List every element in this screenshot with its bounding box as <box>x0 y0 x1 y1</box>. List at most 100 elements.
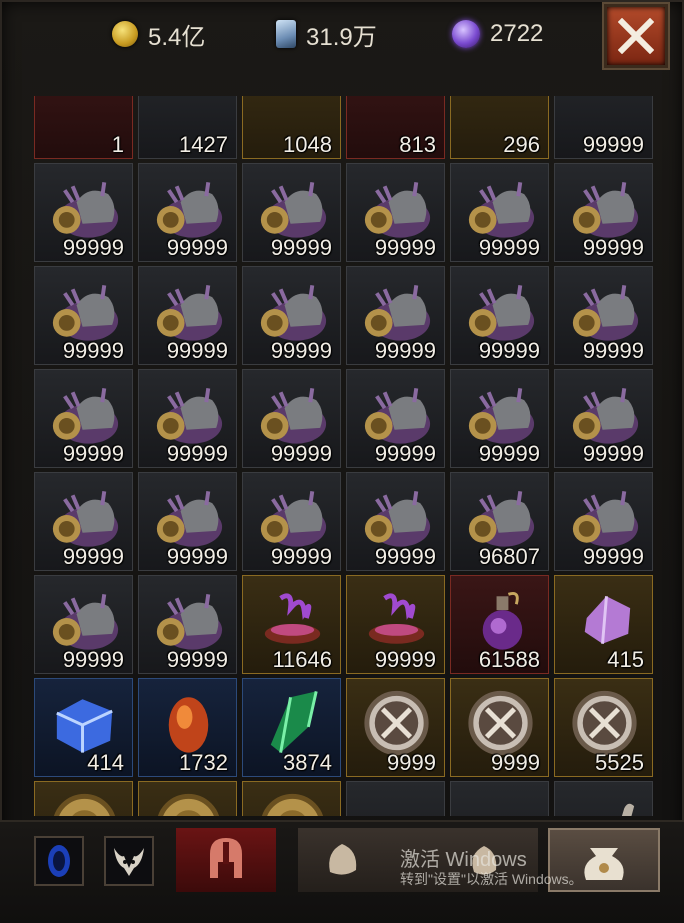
inventory-slot[interactable]: 99999 <box>34 369 133 468</box>
inventory-slot[interactable]: 99999 <box>554 96 653 159</box>
inventory-slot[interactable]: 11646 <box>242 575 341 674</box>
blue-portal-icon <box>48 845 70 877</box>
inventory-slot[interactable]: 99999 <box>346 369 445 468</box>
demon-helmet-icon <box>52 388 119 444</box>
tab-equipment[interactable] <box>176 828 276 892</box>
item-quantity: 296 <box>503 132 540 157</box>
horned-demon-icon <box>114 848 144 876</box>
orb-amount: 2722 <box>490 20 544 47</box>
ticket-currency: 31.9万 <box>276 14 377 54</box>
crossed-swords-medal-icon <box>364 690 429 756</box>
inventory-slot[interactable]: 99999 <box>450 163 549 262</box>
inventory-slot[interactable]: 99999 <box>34 472 133 571</box>
pink-crystal-ore-icon <box>584 596 631 644</box>
green-crystal-shard-icon <box>270 691 318 753</box>
inventory-slot[interactable]: 5525 <box>554 678 653 777</box>
bone-fragment-icon <box>621 803 635 816</box>
inventory-slot[interactable] <box>346 781 445 816</box>
inventory-slot[interactable]: 96807 <box>450 472 549 571</box>
demon-helmet-icon <box>468 388 535 444</box>
inventory-slot[interactable]: 99999 <box>346 575 445 674</box>
tab-demon[interactable] <box>104 836 154 886</box>
ticket-amount: 31.9万 <box>306 23 377 51</box>
demon-helmet-icon <box>156 388 223 444</box>
item-quantity: 414 <box>87 750 124 775</box>
inventory-slot[interactable]: 415 <box>554 575 653 674</box>
crossed-swords-medal-icon <box>468 690 533 756</box>
crossed-swords-medal-icon <box>572 690 637 756</box>
inventory-slot[interactable]: 99999 <box>242 163 341 262</box>
item-quantity: 99999 <box>166 441 228 466</box>
inventory-slot[interactable]: 99999 <box>346 472 445 571</box>
item-quantity: 1732 <box>179 750 228 775</box>
demon-helmet-icon <box>52 594 119 650</box>
demon-helmet-icon <box>572 491 639 547</box>
demon-helmet-icon <box>260 491 327 547</box>
demon-helmet-icon <box>260 285 327 341</box>
fire-egg-icon <box>168 697 209 753</box>
inventory-slot[interactable] <box>242 781 341 816</box>
item-quantity: 61588 <box>478 647 540 672</box>
item-quantity: 5525 <box>595 750 644 775</box>
item-quantity: 99999 <box>478 441 540 466</box>
gold-amount: 5.4亿 <box>148 23 206 51</box>
inventory-slot[interactable] <box>554 781 653 816</box>
demon-helmet-icon <box>468 285 535 341</box>
spartan-helmet-icon <box>210 838 242 878</box>
inventory-slot[interactable]: 99999 <box>138 575 237 674</box>
inventory-slot[interactable]: 99999 <box>138 266 237 365</box>
inventory-slot[interactable]: 99999 <box>242 369 341 468</box>
inventory-slot[interactable]: 1427 <box>138 96 237 159</box>
inventory-slot[interactable]: 813 <box>346 96 445 159</box>
inventory-slot[interactable]: 99999 <box>450 266 549 365</box>
inventory-slot[interactable]: 99999 <box>34 575 133 674</box>
item-quantity: 99999 <box>166 338 228 363</box>
inventory-slot[interactable] <box>138 781 237 816</box>
item-quantity: 99999 <box>166 544 228 569</box>
demon-helmet-icon <box>156 182 223 238</box>
item-quantity: 11646 <box>272 647 332 672</box>
close-icon <box>618 18 654 54</box>
inventory-slot[interactable] <box>450 781 549 816</box>
inventory-slot[interactable]: 1732 <box>138 678 237 777</box>
inventory-slot[interactable]: 99999 <box>242 266 341 365</box>
inventory-slot[interactable]: 1 <box>34 96 133 159</box>
inventory-slot[interactable]: 296 <box>450 96 549 159</box>
inventory-slot[interactable]: 99999 <box>242 472 341 571</box>
close-button[interactable] <box>604 4 668 68</box>
item-quantity: 96807 <box>478 544 540 569</box>
inventory-slot[interactable]: 99999 <box>346 266 445 365</box>
inventory-slot[interactable] <box>34 781 133 816</box>
inventory-slot[interactable]: 99999 <box>450 369 549 468</box>
inventory-slot[interactable]: 99999 <box>554 163 653 262</box>
inventory-grid-viewport[interactable]: 1 1427 1048 813 296 99999 99999 99999 99999 99999… <box>34 96 658 816</box>
inventory-slot[interactable]: 61588 <box>450 575 549 674</box>
inventory-slot[interactable]: 9999 <box>450 678 549 777</box>
demon-helmet-icon <box>260 182 327 238</box>
inventory-slot[interactable]: 414 <box>34 678 133 777</box>
item-quantity: 99999 <box>166 647 228 672</box>
gold-skull-medal-icon <box>261 793 324 816</box>
demon-helmet-icon <box>364 285 431 341</box>
inventory-slot[interactable]: 99999 <box>554 472 653 571</box>
inventory-slot[interactable]: 99999 <box>554 266 653 365</box>
orb-currency: 2722 <box>452 14 543 54</box>
blue-ice-cube-icon <box>56 699 113 753</box>
item-quantity: 99999 <box>270 441 332 466</box>
inventory-slot[interactable]: 99999 <box>138 369 237 468</box>
inventory-grid: 1 1427 1048 813 296 99999 99999 99999 99999 99999… <box>34 96 653 816</box>
item-quantity: 415 <box>607 647 644 672</box>
inventory-slot[interactable]: 99999 <box>34 266 133 365</box>
demon-helmet-icon <box>156 594 223 650</box>
demon-helmet-icon <box>364 388 431 444</box>
inventory-slot[interactable]: 99999 <box>346 163 445 262</box>
inventory-slot[interactable]: 99999 <box>138 472 237 571</box>
inventory-slot[interactable]: 99999 <box>138 163 237 262</box>
item-quantity: 99999 <box>270 235 332 260</box>
inventory-slot[interactable]: 3874 <box>242 678 341 777</box>
inventory-slot[interactable]: 1048 <box>242 96 341 159</box>
inventory-slot[interactable]: 99999 <box>34 163 133 262</box>
inventory-slot[interactable]: 9999 <box>346 678 445 777</box>
inventory-slot[interactable]: 99999 <box>554 369 653 468</box>
tab-portal[interactable] <box>34 836 84 886</box>
